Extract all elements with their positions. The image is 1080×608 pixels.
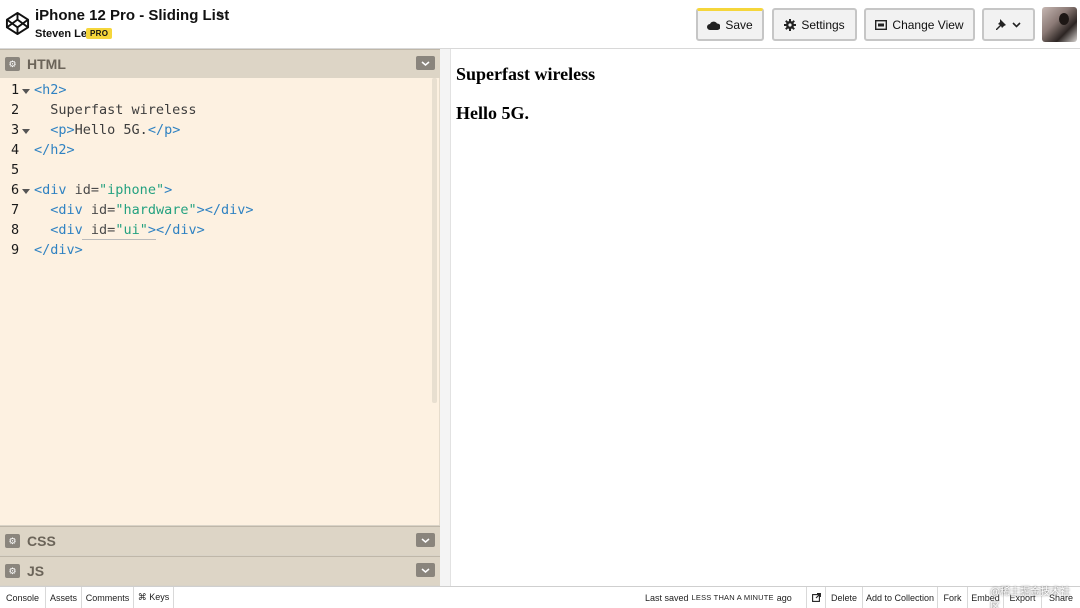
js-settings-gear-icon[interactable]: ⚙ [5, 564, 20, 578]
preview-paragraph: Hello 5G. [456, 103, 529, 123]
line-number: 9 [11, 242, 20, 258]
css-settings-gear-icon[interactable]: ⚙ [5, 534, 20, 548]
line-number: 6 [11, 182, 20, 198]
pro-badge: PRO [86, 28, 113, 39]
pin-icon [996, 18, 1006, 30]
js-collapse-chevron-icon[interactable] [416, 563, 435, 577]
console-button[interactable]: Console [0, 587, 46, 608]
code-line: 7 <div id="hardware"></div> [11, 202, 254, 218]
code-line: 5 [0, 162, 420, 182]
fold-arrow-icon[interactable] [22, 129, 30, 134]
saved-prefix: Last saved [645, 592, 689, 603]
html-code-editor[interactable]: 1 <h2> 2 Superfast wireless 3 <p>Hello 5G… [0, 78, 440, 525]
editor-column: ⚙ HTML 1 <h2> 2 Superfast wireless 3 <p>H… [0, 49, 440, 586]
saved-suffix: ago [776, 592, 792, 603]
assets-button[interactable]: Assets [46, 587, 82, 608]
saved-time: LESS THAN A MINUTE [691, 593, 774, 602]
settings-button-label: Settings [801, 17, 845, 32]
fold-arrow-icon[interactable] [22, 189, 30, 194]
comments-button[interactable]: Comments [82, 587, 134, 608]
user-avatar[interactable] [1042, 7, 1077, 42]
save-button[interactable]: Save [696, 8, 764, 41]
line-number: 2 [11, 102, 20, 118]
author-name[interactable]: Steven Lei [35, 28, 90, 40]
save-button-label: Save [725, 18, 753, 32]
js-panel-header[interactable]: ⚙ JS [0, 556, 440, 585]
edit-title-pencil-icon[interactable]: ✎ [216, 9, 225, 22]
settings-button[interactable]: Settings [772, 8, 857, 41]
css-panel-title: CSS [27, 533, 56, 549]
watermark-text: @稀土掘金技术社区 [990, 587, 1071, 608]
html-settings-gear-icon[interactable]: ⚙ [5, 57, 20, 71]
code-line: 9 </div> [11, 242, 83, 258]
pen-title[interactable]: iPhone 12 Pro - Sliding List [35, 7, 229, 24]
line-number: 8 [11, 222, 20, 238]
last-saved-status: Last saved LESS THAN A MINUTE ago [645, 587, 792, 608]
delete-button[interactable]: Delete [826, 587, 863, 608]
change-view-button-label: Change View [892, 17, 964, 32]
top-header: iPhone 12 Pro - Sliding List ✎ Steven Le… [0, 0, 1080, 49]
line-number: 4 [11, 142, 20, 158]
layout-icon [875, 19, 888, 30]
html-panel-title: HTML [27, 56, 66, 72]
result-preview: Superfast wireless Hello 5G. [451, 49, 1080, 586]
js-panel-title: JS [27, 563, 45, 579]
fork-button[interactable]: Fork [938, 587, 968, 608]
line-number: 1 [11, 82, 20, 98]
external-link-button[interactable] [806, 587, 826, 608]
matching-tag-underline [82, 239, 156, 240]
chevron-down-icon [1012, 21, 1021, 28]
add-to-collection-button[interactable]: Add to Collection [863, 587, 938, 608]
code-line: 8 <div id="ui"></div> [11, 222, 205, 240]
code-line: 1 <h2> [11, 82, 67, 98]
fold-arrow-icon[interactable] [22, 89, 30, 94]
change-view-button[interactable]: Change View [864, 8, 975, 41]
css-panel-header[interactable]: ⚙ CSS [0, 526, 440, 555]
external-link-icon [811, 593, 821, 602]
resize-divider[interactable] [440, 49, 451, 586]
code-line: 3 <p>Hello 5G.</p> [11, 122, 181, 138]
editor-scrollbar[interactable] [432, 78, 437, 403]
bottom-toolbar: Console Assets Comments ⌘ Keys Last save… [0, 586, 1080, 608]
code-line: 4 </h2> [11, 142, 75, 158]
code-line: 6 <div id="iphone"> [11, 182, 173, 198]
gear-icon [784, 18, 797, 31]
css-collapse-chevron-icon[interactable] [416, 533, 435, 547]
codepen-logo-icon[interactable] [5, 11, 30, 36]
line-number: 3 [11, 122, 20, 138]
line-number: 7 [11, 202, 20, 218]
line-number: 5 [11, 162, 20, 178]
html-collapse-chevron-icon[interactable] [416, 56, 435, 70]
code-line: 2 Superfast wireless [11, 102, 197, 118]
keys-button[interactable]: ⌘ Keys [134, 587, 174, 608]
pin-menu-button[interactable] [982, 8, 1035, 41]
html-panel-header[interactable]: ⚙ HTML [0, 49, 440, 78]
cloud-icon [707, 21, 721, 30]
preview-heading: Superfast wireless [456, 64, 596, 84]
